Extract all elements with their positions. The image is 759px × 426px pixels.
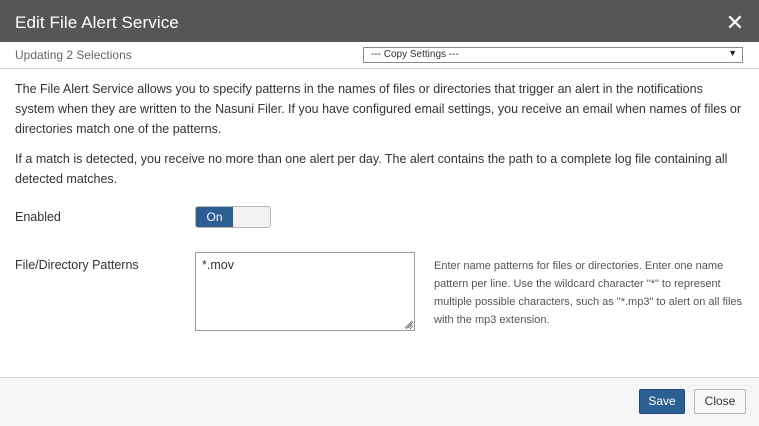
dialog-subheader: Updating 2 Selections --- Copy Settings … — [0, 42, 759, 69]
close-button[interactable]: Close — [694, 389, 746, 414]
dialog-title-bar: Edit File Alert Service ✕ — [0, 0, 759, 48]
close-icon[interactable]: ✕ — [725, 12, 745, 34]
dialog-title: Edit File Alert Service — [15, 13, 179, 32]
copy-settings-value: --- Copy Settings --- — [371, 49, 459, 60]
service-description: The File Alert Service allows you to spe… — [15, 82, 742, 136]
enabled-label: Enabled — [15, 210, 61, 224]
save-button[interactable]: Save — [639, 389, 685, 414]
toggle-on-label: On — [196, 207, 233, 227]
patterns-label: File/Directory Patterns — [15, 258, 139, 272]
patterns-textarea[interactable]: *.mov — [195, 252, 415, 331]
patterns-help-text: Enter name patterns for files or directo… — [434, 260, 743, 326]
alert-frequency-description: If a match is detected, you receive no m… — [15, 152, 728, 186]
enabled-toggle[interactable]: On — [195, 206, 271, 228]
chevron-down-icon: ▼ — [728, 48, 737, 58]
selection-count: Updating 2 Selections — [15, 48, 132, 62]
dialog-footer: Save Close — [0, 377, 759, 426]
copy-settings-select[interactable]: --- Copy Settings --- ▼ — [363, 47, 743, 63]
edit-file-alert-dialog: Edit File Alert Service ✕ Updating 2 Sel… — [0, 0, 759, 426]
